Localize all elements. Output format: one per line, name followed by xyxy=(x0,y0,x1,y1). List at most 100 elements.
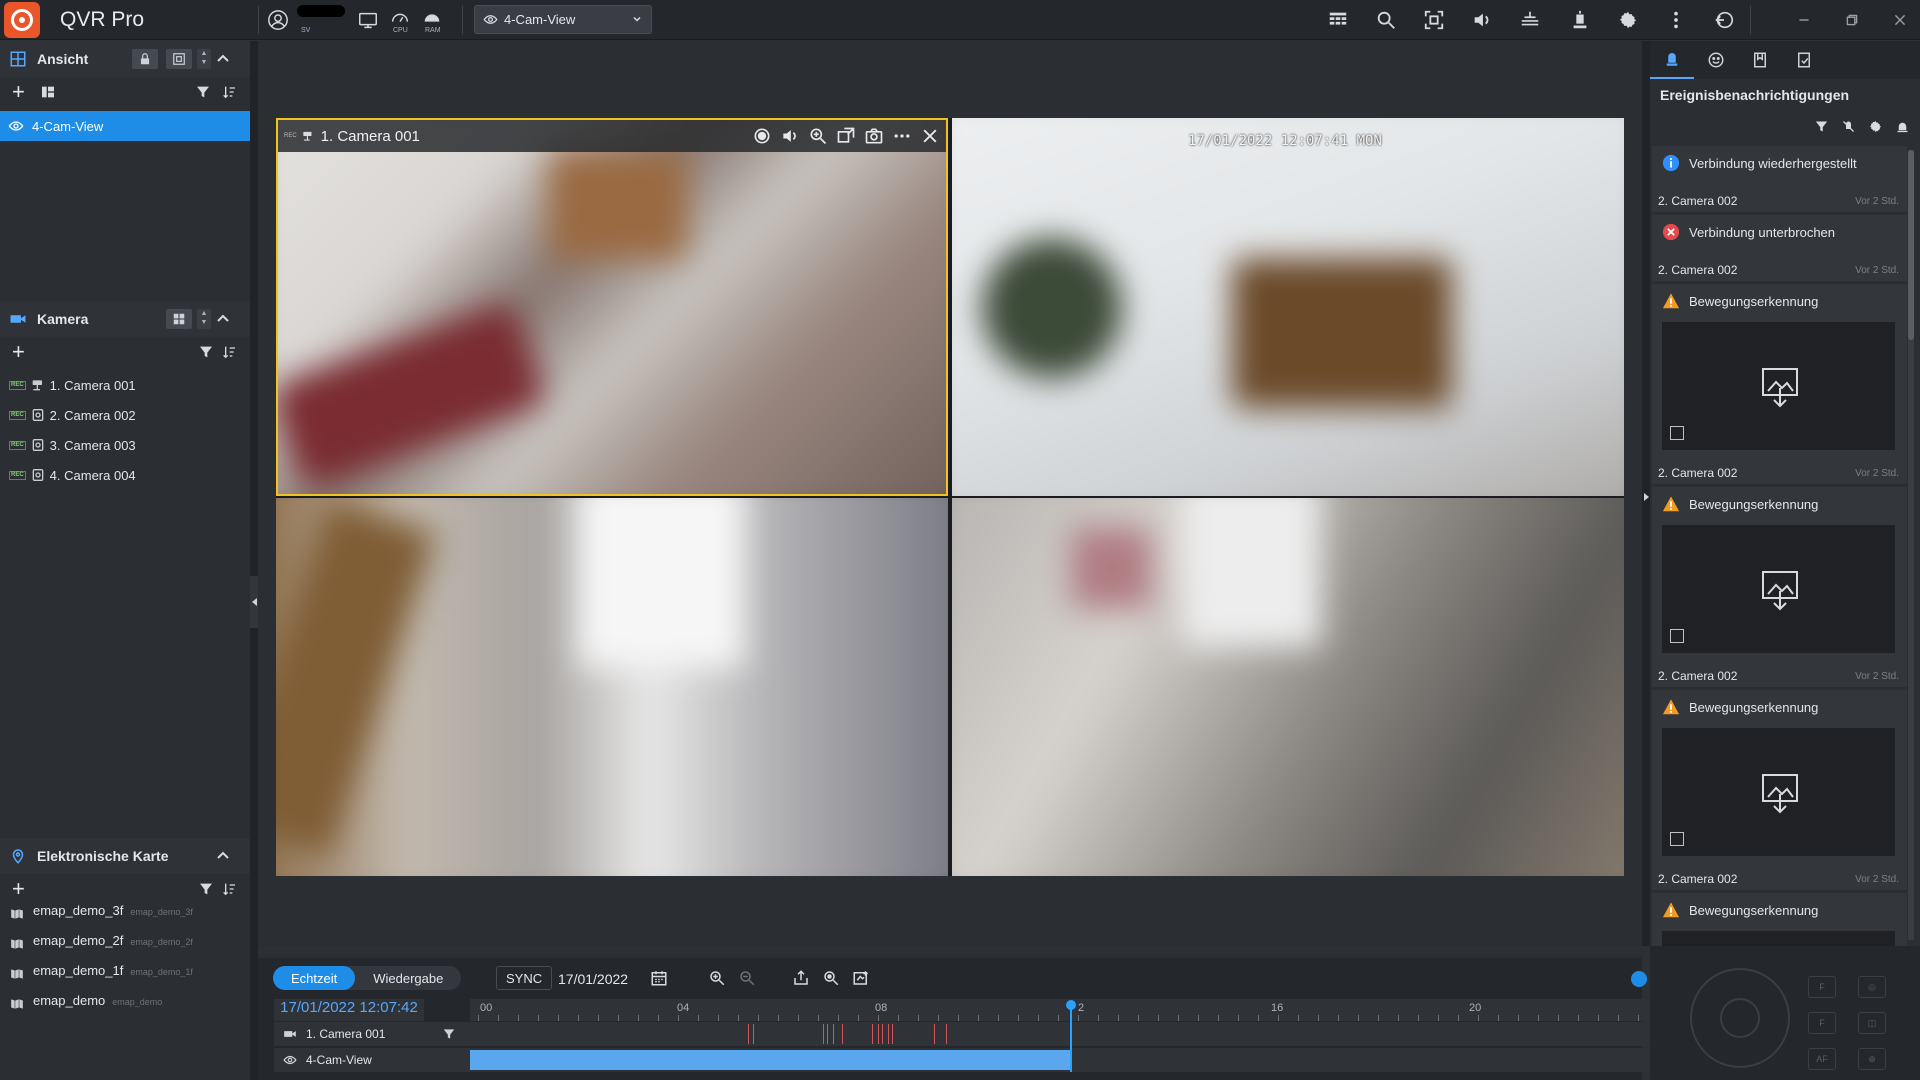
event-marker[interactable] xyxy=(892,1024,893,1044)
gear-icon[interactable] xyxy=(1868,119,1883,134)
reorder-arrows[interactable]: ▲ ▼ xyxy=(197,49,211,69)
filter-icon[interactable] xyxy=(195,84,211,100)
focus-far-button[interactable]: F xyxy=(1808,976,1836,998)
calendar-icon[interactable] xyxy=(650,969,668,987)
close-icon[interactable] xyxy=(1886,6,1914,34)
event-marker[interactable] xyxy=(888,1024,889,1044)
user-icon[interactable] xyxy=(264,6,292,34)
search-icon[interactable] xyxy=(1372,6,1400,34)
sort-icon[interactable] xyxy=(221,344,237,360)
add-camera-icon[interactable]: + xyxy=(12,341,25,363)
preset-button[interactable]: ◎ xyxy=(1858,976,1886,998)
track-lane-camera[interactable] xyxy=(470,1022,1660,1046)
tab-bookmarks[interactable] xyxy=(1738,41,1782,79)
emap-section-header[interactable]: Elektronische Karte xyxy=(0,838,250,874)
event-card[interactable]: Bewegungserkennung 2. Camera 002 Vor 2 S… xyxy=(1652,284,1907,484)
snapshot-timeline-icon[interactable] xyxy=(852,969,870,987)
more-horizontal-icon[interactable] xyxy=(892,126,912,146)
expand-thumbnail-icon[interactable] xyxy=(1670,426,1684,440)
zoom-in-icon[interactable] xyxy=(708,969,726,987)
autofocus-button[interactable]: AF xyxy=(1808,1048,1836,1070)
event-card[interactable]: Verbindung unterbrochen 2. Camera 002 Vo… xyxy=(1652,215,1907,281)
record-icon[interactable] xyxy=(752,126,772,146)
gear-icon[interactable] xyxy=(1614,6,1642,34)
event-marker[interactable] xyxy=(872,1024,873,1044)
layout-button[interactable] xyxy=(166,49,192,69)
event-card[interactable]: Verbindung wiederhergestellt 2. Camera 0… xyxy=(1652,146,1907,212)
event-marker[interactable] xyxy=(946,1024,947,1044)
event-marker[interactable] xyxy=(842,1024,843,1044)
filter-icon[interactable] xyxy=(1814,119,1829,134)
tab-notes[interactable] xyxy=(1782,41,1826,79)
view-section-header[interactable]: Ansicht ▲ ▼ xyxy=(0,41,250,77)
search-zoom-icon[interactable] xyxy=(822,969,840,987)
event-marker[interactable] xyxy=(827,1024,828,1044)
view-select[interactable]: 4-Cam-View xyxy=(474,5,652,34)
notifications-scrollbar[interactable] xyxy=(1908,150,1914,940)
event-marker[interactable] xyxy=(934,1024,935,1044)
clear-all-icon[interactable] xyxy=(1895,119,1910,134)
event-thumbnail[interactable] xyxy=(1662,931,1895,946)
event-thumbnail[interactable] xyxy=(1662,322,1895,450)
emap-item[interactable]: emap_demo_3f emap_demo_3f xyxy=(0,894,250,924)
tab-events[interactable] xyxy=(1650,41,1694,79)
event-card[interactable]: Bewegungserkennung 2. Camera 002 Vor 2 S… xyxy=(1652,690,1907,890)
view-item-4cam[interactable]: 4-Cam-View xyxy=(0,111,250,141)
collapse-up-icon[interactable] xyxy=(216,312,230,326)
export-icon[interactable] xyxy=(792,969,810,987)
emap-item[interactable]: emap_demo_1f emap_demo_1f xyxy=(0,954,250,984)
lock-button[interactable] xyxy=(132,49,158,69)
filter-icon[interactable] xyxy=(442,1027,456,1041)
close-icon[interactable] xyxy=(920,126,940,146)
reorder-arrows[interactable]: ▲ ▼ xyxy=(197,309,211,329)
layout-grid-icon[interactable] xyxy=(1324,6,1352,34)
mode-playback-button[interactable]: Wiedergabe xyxy=(355,966,461,990)
collapse-left-handle[interactable] xyxy=(250,576,258,628)
event-marker[interactable] xyxy=(753,1024,754,1044)
minimize-icon[interactable] xyxy=(1790,6,1818,34)
emap-item[interactable]: emap_demo_2f emap_demo_2f xyxy=(0,924,250,954)
focus-near-button[interactable]: F xyxy=(1808,1012,1836,1034)
event-marker[interactable] xyxy=(823,1024,824,1044)
sign-out-icon[interactable] xyxy=(1710,6,1738,34)
globe-icon[interactable] xyxy=(1631,971,1647,987)
volume-icon[interactable] xyxy=(780,126,800,146)
camera-item[interactable]: REC 3. Camera 003 xyxy=(0,430,250,460)
sort-icon[interactable] xyxy=(221,84,237,100)
event-marker[interactable] xyxy=(833,1024,834,1044)
track-label-camera[interactable]: 1. Camera 001 xyxy=(274,1022,470,1046)
event-card[interactable]: Bewegungserkennung 2. Camera 002 Vor 2 S… xyxy=(1652,487,1907,687)
fullscreen-icon[interactable] xyxy=(1420,6,1448,34)
emap-item[interactable]: emap_demo emap_demo xyxy=(0,984,250,1014)
timeline-ruler[interactable]: 00 04 08 2 16 20 xyxy=(470,999,1660,1021)
expand-thumbnail-icon[interactable] xyxy=(1670,629,1684,643)
camera-item[interactable]: REC 1. Camera 001 xyxy=(0,370,250,400)
more-vertical-icon[interactable] xyxy=(1662,6,1690,34)
zoom-out-icon[interactable] xyxy=(738,969,756,987)
left-panel-toggle[interactable] xyxy=(250,41,258,1080)
alarm-icon[interactable] xyxy=(1566,6,1594,34)
mode-live-button[interactable]: Echtzeit xyxy=(273,966,356,990)
add-view-icon[interactable]: + xyxy=(12,81,25,103)
collapse-up-icon[interactable] xyxy=(216,849,230,863)
snapshot-icon[interactable] xyxy=(864,126,884,146)
monitor-icon[interactable] xyxy=(354,6,382,34)
playhead[interactable] xyxy=(1066,1000,1076,1072)
mute-alarm-icon[interactable] xyxy=(1841,119,1856,134)
event-marker[interactable] xyxy=(878,1024,879,1044)
camera-layout-button[interactable] xyxy=(166,309,192,329)
volume-icon[interactable] xyxy=(1468,6,1496,34)
event-marker[interactable] xyxy=(882,1024,883,1044)
sync-button[interactable]: SYNC xyxy=(496,966,553,990)
tab-faces[interactable] xyxy=(1694,41,1738,79)
event-thumbnail[interactable] xyxy=(1662,728,1895,856)
event-thumbnail[interactable] xyxy=(1662,525,1895,653)
camera-tile-4[interactable] xyxy=(952,498,1624,876)
camera-item[interactable]: REC 4. Camera 004 xyxy=(0,460,250,490)
popout-icon[interactable] xyxy=(836,126,856,146)
event-marker[interactable] xyxy=(748,1024,749,1044)
layout-tiles-icon[interactable] xyxy=(40,84,56,100)
iris-button[interactable]: ◫ xyxy=(1858,1012,1886,1034)
scrollbar-thumb[interactable] xyxy=(1908,150,1914,340)
track-lane-view[interactable] xyxy=(470,1048,1660,1072)
